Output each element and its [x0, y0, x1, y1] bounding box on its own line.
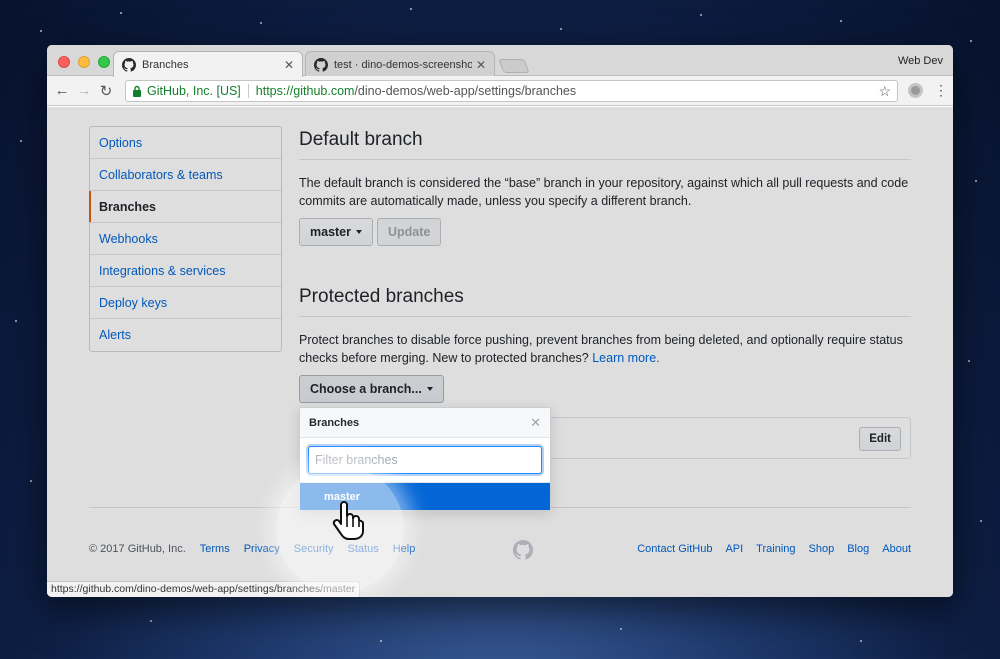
branch-menu-title: Branches	[309, 416, 360, 429]
forward-icon[interactable]: →	[73, 82, 95, 99]
browser-toolbar: ← → ↻ GitHub, Inc. [US] https://github.c…	[47, 76, 953, 106]
new-tab-button[interactable]	[498, 59, 530, 73]
page-content: Options Collaborators & teams Branches W…	[47, 107, 953, 597]
github-mark-icon[interactable]	[513, 540, 533, 560]
omnibox-separator	[247, 84, 249, 98]
footer-link-contact[interactable]: Contact GitHub	[637, 543, 712, 555]
sidebar-item-integrations[interactable]: Integrations & services	[90, 255, 281, 287]
filter-branches-input[interactable]	[308, 446, 542, 474]
minimize-window-button[interactable]	[78, 56, 90, 68]
window-controls	[58, 56, 110, 68]
copyright-text: © 2017 GitHub, Inc.	[89, 543, 186, 555]
caret-down-icon	[426, 387, 433, 391]
sidebar-item-options[interactable]: Options	[90, 127, 281, 159]
back-icon[interactable]: ←	[51, 82, 73, 99]
tab-close-icon[interactable]: ✕	[476, 58, 486, 72]
protected-branches-heading: Protected branches	[299, 286, 911, 317]
default-branch-description: The default branch is considered the “ba…	[299, 176, 909, 208]
url-host: https://github.com	[255, 84, 355, 98]
default-branch-controls: master Update	[299, 218, 911, 246]
profile-label[interactable]: Web Dev	[898, 55, 943, 67]
footer-link-security[interactable]: Security	[294, 543, 334, 555]
footer-link-status[interactable]: Status	[348, 543, 379, 555]
caret-down-icon	[356, 230, 362, 234]
sidebar-item-webhooks[interactable]: Webhooks	[90, 223, 281, 255]
address-bar[interactable]: GitHub, Inc. [US] https://github.com/din…	[125, 80, 898, 102]
footer-link-shop[interactable]: Shop	[809, 543, 835, 555]
github-icon	[122, 57, 136, 72]
tab-close-icon[interactable]: ✕	[284, 58, 294, 72]
learn-more-link[interactable]: Learn more.	[592, 351, 659, 365]
choose-branch-controls: Choose a branch...	[299, 375, 911, 403]
browser-menu-icon[interactable]: ⋮	[934, 81, 948, 99]
sidebar-item-alerts[interactable]: Alerts	[90, 319, 281, 351]
close-icon[interactable]: ✕	[530, 415, 541, 431]
sidebar-item-label: Collaborators & teams	[99, 167, 223, 182]
status-bar-url: https://github.com/dino-demos/web-app/se…	[47, 581, 361, 597]
sidebar-item-label: Alerts	[99, 328, 131, 342]
extension-icon[interactable]	[908, 83, 923, 98]
browser-window: Branches ✕ test · dino-demos-screenshot …	[47, 45, 953, 597]
sidebar-item-label: Deploy keys	[99, 295, 168, 310]
default-branch-select-button[interactable]: master	[299, 218, 373, 246]
update-button[interactable]: Update	[377, 218, 442, 246]
sidebar-item-label: Branches	[99, 199, 156, 214]
choose-branch-button[interactable]: Choose a branch...	[299, 375, 444, 403]
footer-link-terms[interactable]: Terms	[200, 543, 230, 555]
footer-left: © 2017 GitHub, Inc. Terms Privacy Securi…	[89, 543, 415, 555]
hand-pointer-icon	[332, 501, 364, 540]
footer-link-blog[interactable]: Blog	[847, 543, 869, 555]
sidebar-item-label: Webhooks	[99, 231, 158, 246]
settings-sidebar: Options Collaborators & teams Branches W…	[89, 126, 282, 352]
sidebar-item-branches[interactable]: Branches	[89, 191, 281, 223]
edit-button[interactable]: Edit	[859, 427, 901, 451]
tab-test-screenshot[interactable]: test · dino-demos-screenshot ✕	[305, 51, 495, 77]
sidebar-item-label: Integrations & services	[99, 263, 226, 278]
tab-strip: Branches ✕ test · dino-demos-screenshot …	[47, 45, 953, 77]
default-branch-heading: Default branch	[299, 129, 911, 160]
footer-link-api[interactable]: API	[725, 543, 743, 555]
sidebar-item-deploy-keys[interactable]: Deploy keys	[90, 287, 281, 319]
footer-link-training[interactable]: Training	[756, 543, 795, 555]
close-window-button[interactable]	[58, 56, 70, 68]
protected-branches-description: Protect branches to disable force pushin…	[299, 331, 911, 367]
tab-branches[interactable]: Branches ✕	[113, 51, 303, 77]
sidebar-item-collaborators[interactable]: Collaborators & teams	[90, 159, 281, 191]
tab-title: test · dino-demos-screenshot	[334, 58, 472, 71]
page-footer: © 2017 GitHub, Inc. Terms Privacy Securi…	[89, 540, 911, 560]
bookmark-star-icon[interactable]: ☆	[878, 83, 891, 100]
reload-icon[interactable]: ↻	[95, 82, 117, 100]
branch-filter-wrapper	[300, 438, 550, 483]
lock-icon	[133, 85, 141, 97]
choose-branch-label: Choose a branch...	[310, 382, 422, 396]
footer-link-about[interactable]: About	[882, 543, 911, 555]
branch-name: master	[310, 225, 351, 239]
url-path: /dino-demos/web-app/settings/branches	[354, 84, 577, 98]
footer-link-help[interactable]: Help	[393, 543, 416, 555]
branch-select-menu: Branches ✕ master	[299, 407, 551, 511]
zoom-window-button[interactable]	[98, 56, 110, 68]
github-icon	[314, 57, 328, 72]
tab-title: Branches	[142, 58, 189, 71]
sidebar-item-label: Options	[99, 135, 143, 150]
ev-certificate-label: GitHub, Inc. [US]	[147, 84, 241, 98]
footer-right: Contact GitHub API Training Shop Blog Ab…	[637, 543, 911, 555]
branch-menu-header: Branches ✕	[300, 408, 550, 438]
footer-link-privacy[interactable]: Privacy	[244, 543, 280, 555]
